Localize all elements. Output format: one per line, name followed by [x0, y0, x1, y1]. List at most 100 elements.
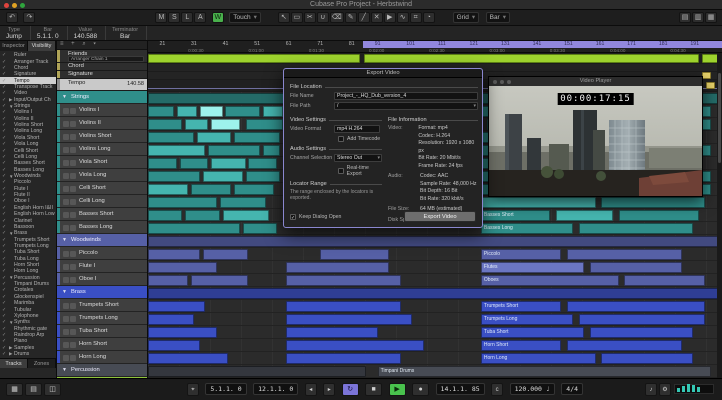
midi-clip[interactable] [148, 236, 722, 247]
track-header-celli-long[interactable]: Celli Long [57, 195, 147, 208]
visibility-item[interactable]: ✓ Timpani Drums [0, 281, 56, 287]
midi-clip[interactable] [148, 132, 194, 143]
tool-button-4[interactable]: ⌫ [329, 12, 344, 23]
midi-clip[interactable] [148, 340, 200, 351]
midi-clip[interactable] [199, 106, 223, 117]
track-header-celli-short[interactable]: Celli Short [57, 182, 147, 195]
window-layout-button[interactable]: ▥ [692, 12, 704, 23]
cycle-button[interactable]: ↻ [341, 382, 359, 396]
midi-clip[interactable] [148, 288, 722, 299]
arranger-track-lane[interactable] [148, 53, 722, 64]
mute-button[interactable] [63, 185, 69, 192]
tool-button-8[interactable]: ▶ [383, 12, 396, 23]
solo-button[interactable] [70, 133, 76, 140]
tool-button-10[interactable]: ⌗ [409, 12, 422, 23]
chord-track-header[interactable]: Chord [57, 63, 147, 71]
vp-close-icon[interactable] [493, 80, 497, 84]
folder-arrow-icon[interactable]: ▼ [62, 367, 67, 373]
midi-clip[interactable] [219, 197, 266, 208]
keep-dialog-open-checkbox[interactable]: ✓ Keep Dialog Open [290, 213, 341, 221]
midi-clip[interactable]: Oboes [480, 275, 619, 286]
toolbar-state-button[interactable]: M [155, 12, 168, 23]
tool-button-9[interactable]: ∿ [396, 12, 409, 23]
midi-clip[interactable] [148, 301, 206, 312]
midi-clip[interactable] [148, 197, 217, 208]
track-lane-percussion[interactable]: Timpani Drums [148, 365, 722, 378]
marker-button[interactable]: ⌖ [186, 382, 199, 396]
window-layout-button[interactable]: ▤ [679, 12, 691, 23]
midi-clip[interactable] [601, 197, 705, 208]
midi-clip[interactable] [285, 327, 378, 338]
solo-button[interactable] [70, 172, 76, 179]
mute-button[interactable] [63, 107, 69, 114]
nudge-left-button[interactable]: ◂ [304, 382, 317, 396]
midi-clip[interactable]: Timpani Drums [377, 366, 711, 377]
midi-clip[interactable] [148, 223, 240, 234]
track-lane-trumpets-long[interactable]: Trumpets Long [148, 313, 722, 326]
track-header-basses-long[interactable]: Basses Long [57, 221, 147, 234]
midi-clip[interactable] [148, 119, 183, 130]
track-lane-horn-long[interactable]: Horn Long [148, 352, 722, 365]
midi-clip[interactable] [148, 275, 189, 286]
midi-clip[interactable] [148, 158, 177, 169]
solo-button[interactable] [70, 211, 76, 218]
mute-button[interactable] [63, 341, 69, 348]
mute-button[interactable] [63, 328, 69, 335]
info-line-field[interactable]: Type Jump [0, 26, 31, 40]
add-timecode-box[interactable] [338, 136, 344, 142]
visibility-item[interactable]: ✓ ▶ Drums [0, 351, 56, 357]
midi-clip[interactable] [578, 314, 705, 325]
midi-clip[interactable] [285, 262, 390, 273]
midi-clip[interactable] [202, 249, 249, 260]
midi-clip[interactable] [262, 145, 281, 156]
sidebar-tab-visibility[interactable]: Visibility [28, 41, 56, 51]
visibility-item[interactable]: ✓ English Horn I&II [0, 205, 56, 211]
midi-clip[interactable] [242, 223, 278, 234]
midi-clip[interactable] [202, 171, 243, 182]
file-path-input[interactable]: / ▾ [334, 102, 478, 110]
midi-clip[interactable] [245, 171, 281, 182]
solo-button[interactable] [70, 354, 76, 361]
solo-button[interactable] [70, 328, 76, 335]
signature-event[interactable] [701, 72, 711, 79]
window-layout-button[interactable]: ▦ [705, 12, 717, 23]
mute-button[interactable] [63, 172, 69, 179]
midi-clip[interactable] [320, 249, 390, 260]
midi-clip[interactable] [148, 262, 217, 273]
mute-button[interactable] [63, 250, 69, 257]
arranger-chain-dropdown[interactable]: Arranger Chain 1 [68, 56, 144, 62]
solo-button[interactable] [70, 341, 76, 348]
track-lane-brass[interactable] [148, 287, 722, 300]
track-header-violins-long[interactable]: Violins Long [57, 143, 147, 156]
keep-dialog-open-box[interactable]: ✓ [290, 213, 296, 221]
transport-left-button[interactable]: ▤ [25, 382, 42, 396]
track-header-flute-i[interactable]: Flute I [57, 260, 147, 273]
cycle-region[interactable] [363, 41, 722, 48]
redo-icon[interactable]: ↷ [23, 12, 36, 23]
track-lane-trumpets-short[interactable]: Trumpets Short [148, 300, 722, 313]
visibility-item[interactable]: ✓ ▶ Input/Output Ch [0, 97, 56, 103]
sidebar-tab-inspector[interactable]: Inspector [0, 41, 28, 51]
midi-clip[interactable] [208, 145, 260, 156]
midi-clip[interactable] [148, 171, 200, 182]
midi-clip[interactable] [234, 132, 280, 143]
tempo-display[interactable]: 120.000 ♩ [509, 383, 555, 395]
midi-clip[interactable] [179, 158, 209, 169]
mute-button[interactable] [63, 302, 69, 309]
track-header-brass[interactable]: ▼ Brass [57, 286, 147, 299]
solo-button[interactable] [70, 107, 76, 114]
export-video-button[interactable]: Export Video [404, 211, 476, 222]
right-locator-field[interactable]: 12.1.1. 0 [253, 383, 299, 395]
solo-button[interactable] [70, 198, 76, 205]
mute-button[interactable] [63, 198, 69, 205]
folder-arrow-icon[interactable]: ▼ [62, 289, 67, 295]
transport-left-button[interactable]: ▦ [6, 382, 23, 396]
tool-button-6[interactable]: ╱ [357, 12, 370, 23]
midi-clip[interactable] [285, 301, 401, 312]
midi-clip[interactable] [148, 106, 174, 117]
solo-button[interactable] [70, 146, 76, 153]
info-line-field[interactable]: Bar 5.1.1. 0 [31, 26, 68, 40]
realtime-export-checkbox[interactable]: Real-time Export [338, 165, 382, 177]
midi-clip[interactable] [285, 275, 401, 286]
track-lane-oboe-i[interactable]: Oboes [148, 274, 722, 287]
